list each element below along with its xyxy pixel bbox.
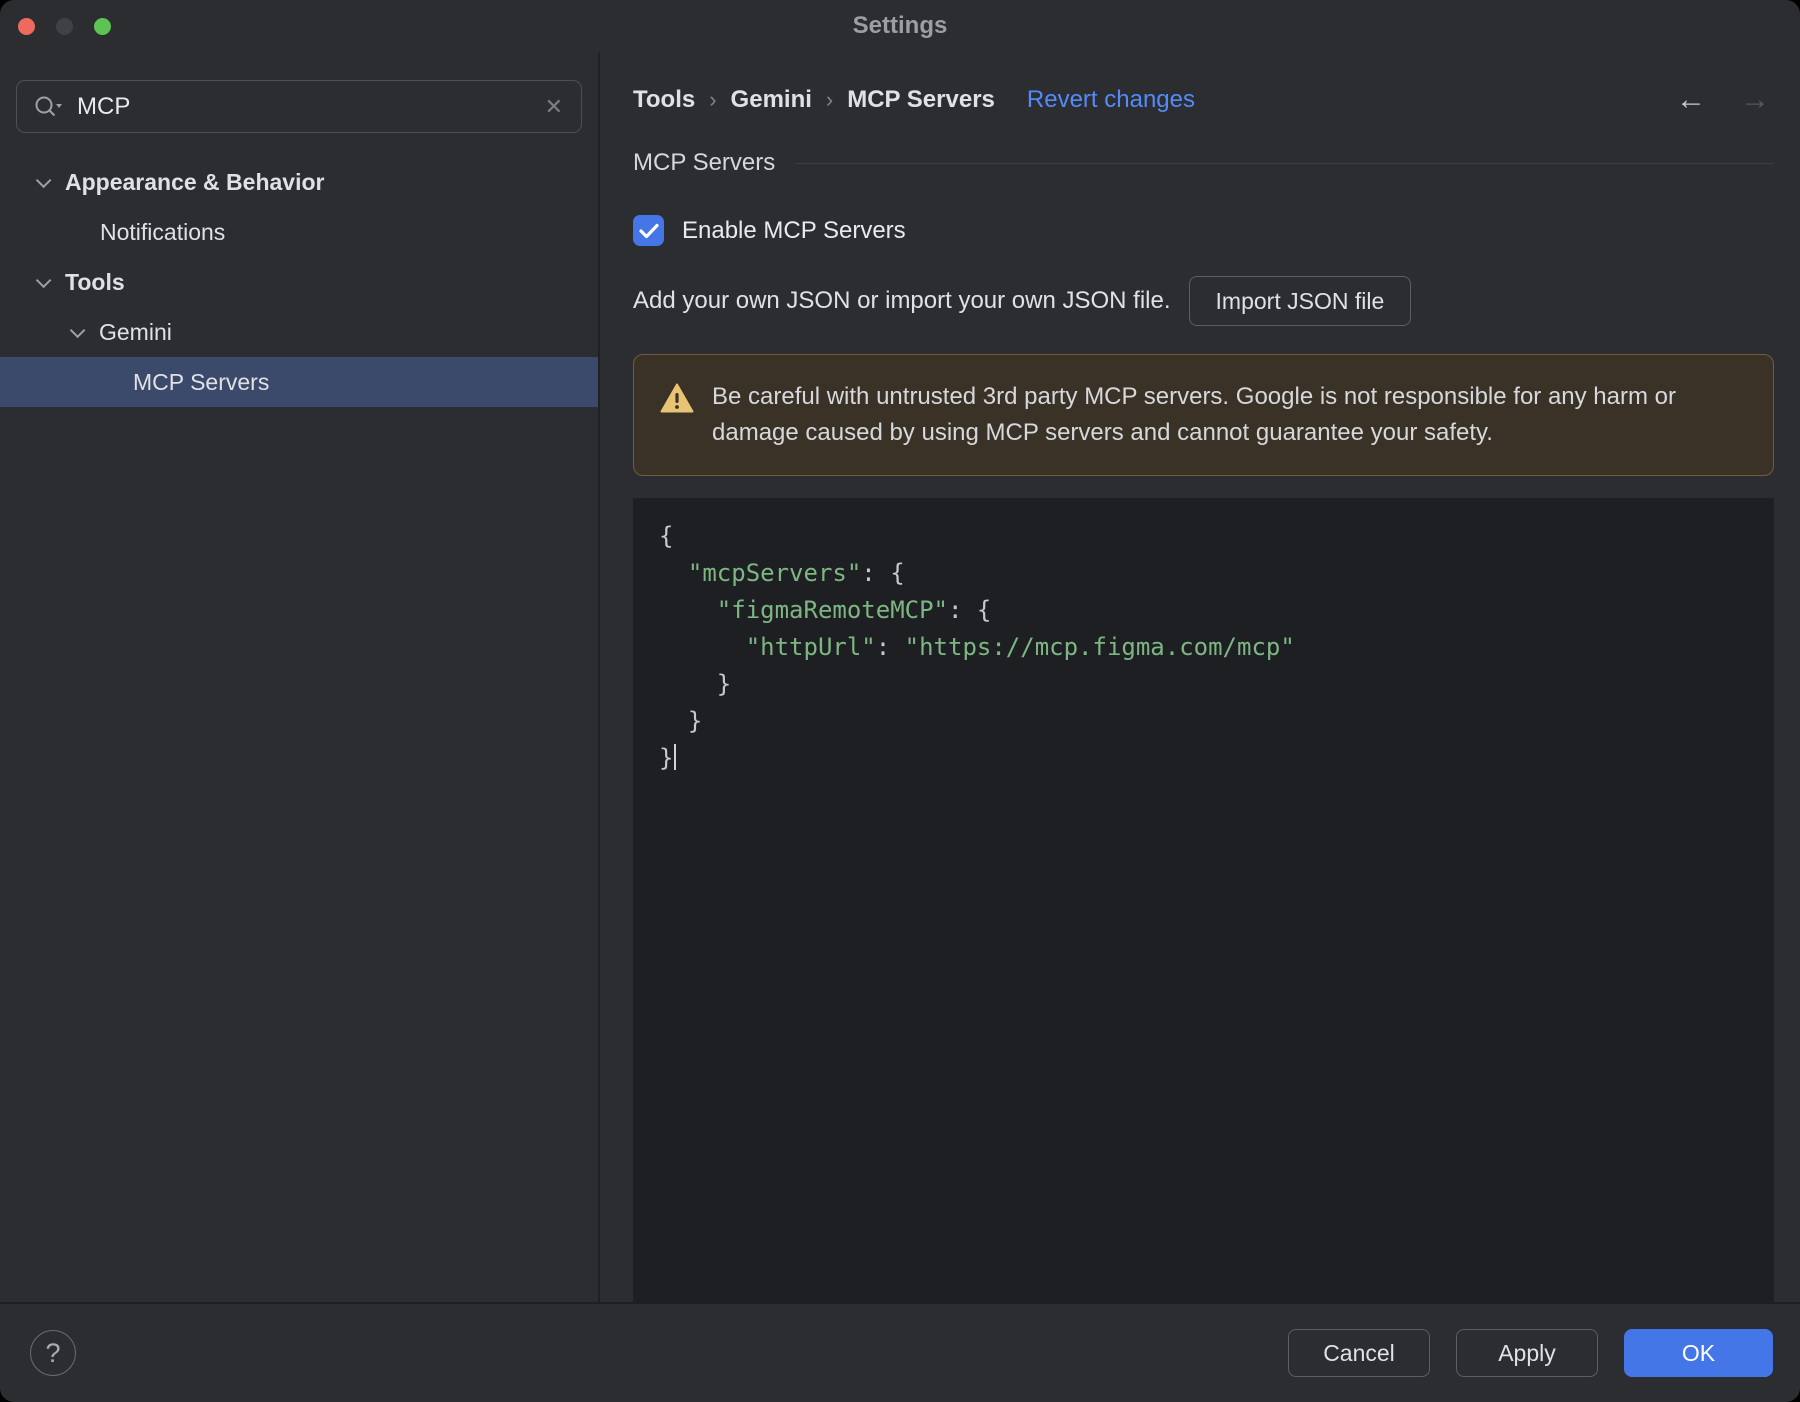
settings-content: Tools › Gemini › MCP Servers Revert chan… — [600, 52, 1800, 1302]
settings-tree: Appearance & Behavior Notifications Tool… — [0, 157, 598, 407]
window-title: Settings — [852, 12, 948, 39]
editor-line: "mcpServers": { — [687, 559, 905, 587]
back-arrow-icon[interactable]: ← — [1676, 85, 1706, 115]
breadcrumb-separator: › — [709, 87, 717, 112]
ok-button[interactable]: OK — [1624, 1329, 1773, 1377]
tree-item-label: Notifications — [100, 218, 226, 245]
cancel-button[interactable]: Cancel — [1288, 1329, 1430, 1377]
forward-arrow-icon: → — [1740, 83, 1770, 116]
sidebar-item-notifications[interactable]: Notifications — [0, 207, 598, 257]
breadcrumb-separator: › — [825, 87, 834, 112]
question-mark-icon: ? — [45, 1337, 61, 1368]
settings-window: Settings MCP ✕ Appearance & Behavior Not… — [0, 0, 1800, 1402]
minimize-window-button — [56, 17, 73, 35]
sidebar-item-gemini[interactable]: Gemini — [0, 307, 598, 357]
section-title: MCP Servers — [633, 149, 776, 176]
editor-line: "httpUrl": "https://mcp.figma.com/mcp" — [745, 633, 1295, 661]
breadcrumb-mcp-servers: MCP Servers — [847, 86, 995, 113]
sidebar-item-mcp-servers[interactable]: MCP Servers — [0, 357, 598, 407]
chevron-down-icon[interactable] — [35, 172, 52, 188]
apply-button[interactable]: Apply — [1456, 1329, 1598, 1377]
dialog-footer: ? Cancel Apply OK — [0, 1302, 1800, 1402]
import-description: Add your own JSON or import your own JSO… — [633, 287, 1171, 314]
import-json-file-button[interactable]: Import JSON file — [1188, 276, 1412, 326]
tree-item-label: Gemini — [99, 318, 172, 345]
mcp-json-editor[interactable]: { "mcpServers": { "figmaRemoteMCP": { "h… — [633, 498, 1774, 1302]
warning-banner: Be careful with untrusted 3rd party MCP … — [633, 354, 1774, 476]
chevron-down-icon[interactable] — [35, 272, 52, 288]
sidebar-item-tools[interactable]: Tools — [0, 257, 598, 307]
zoom-window-button[interactable] — [94, 17, 111, 35]
editor-line: } — [659, 740, 1754, 777]
editor-line: } — [659, 670, 732, 698]
settings-sidebar: MCP ✕ Appearance & Behavior Notification… — [0, 52, 600, 1302]
import-row: Add your own JSON or import your own JSO… — [633, 276, 1774, 326]
search-icon[interactable] — [33, 94, 63, 120]
section-header: MCP Servers — [633, 149, 1774, 177]
enable-mcp-servers-row: Enable MCP Servers — [633, 215, 1774, 246]
editor-line: "figmaRemoteMCP": { — [716, 596, 992, 624]
breadcrumb-tools[interactable]: Tools — [633, 86, 695, 114]
breadcrumb-gemini[interactable]: Gemini — [731, 86, 812, 114]
footer-buttons: Cancel Apply OK — [1288, 1329, 1773, 1377]
warning-icon — [660, 383, 694, 418]
breadcrumb: Tools › Gemini › MCP Servers Revert chan… — [633, 85, 1774, 115]
editor-line: } — [659, 707, 703, 735]
traffic-lights — [18, 0, 111, 52]
search-input[interactable]: MCP ✕ — [16, 80, 582, 133]
sidebar-item-appearance-behavior[interactable]: Appearance & Behavior — [0, 157, 598, 207]
editor-line: { — [659, 522, 674, 550]
main-area: MCP ✕ Appearance & Behavior Notification… — [0, 52, 1800, 1302]
revert-changes-link[interactable]: Revert changes — [1027, 86, 1195, 114]
help-button[interactable]: ? — [30, 1330, 76, 1376]
enable-mcp-servers-label[interactable]: Enable MCP Servers — [682, 217, 906, 245]
search-value[interactable]: MCP — [77, 93, 529, 121]
chevron-down-icon[interactable] — [69, 322, 86, 338]
tree-item-label: MCP Servers — [133, 368, 270, 395]
section-divider — [795, 162, 1774, 164]
checkmark-icon — [638, 223, 659, 238]
enable-mcp-servers-checkbox[interactable] — [633, 215, 664, 246]
warning-text: Be careful with untrusted 3rd party MCP … — [712, 383, 1676, 446]
tree-item-label: Appearance & Behavior — [65, 168, 325, 195]
text-caret — [674, 744, 677, 770]
close-window-button[interactable] — [18, 17, 35, 35]
title-bar: Settings — [0, 0, 1800, 52]
history-nav: ← → — [1676, 85, 1774, 115]
clear-search-icon[interactable]: ✕ — [543, 94, 565, 120]
tree-item-label: Tools — [65, 268, 125, 295]
